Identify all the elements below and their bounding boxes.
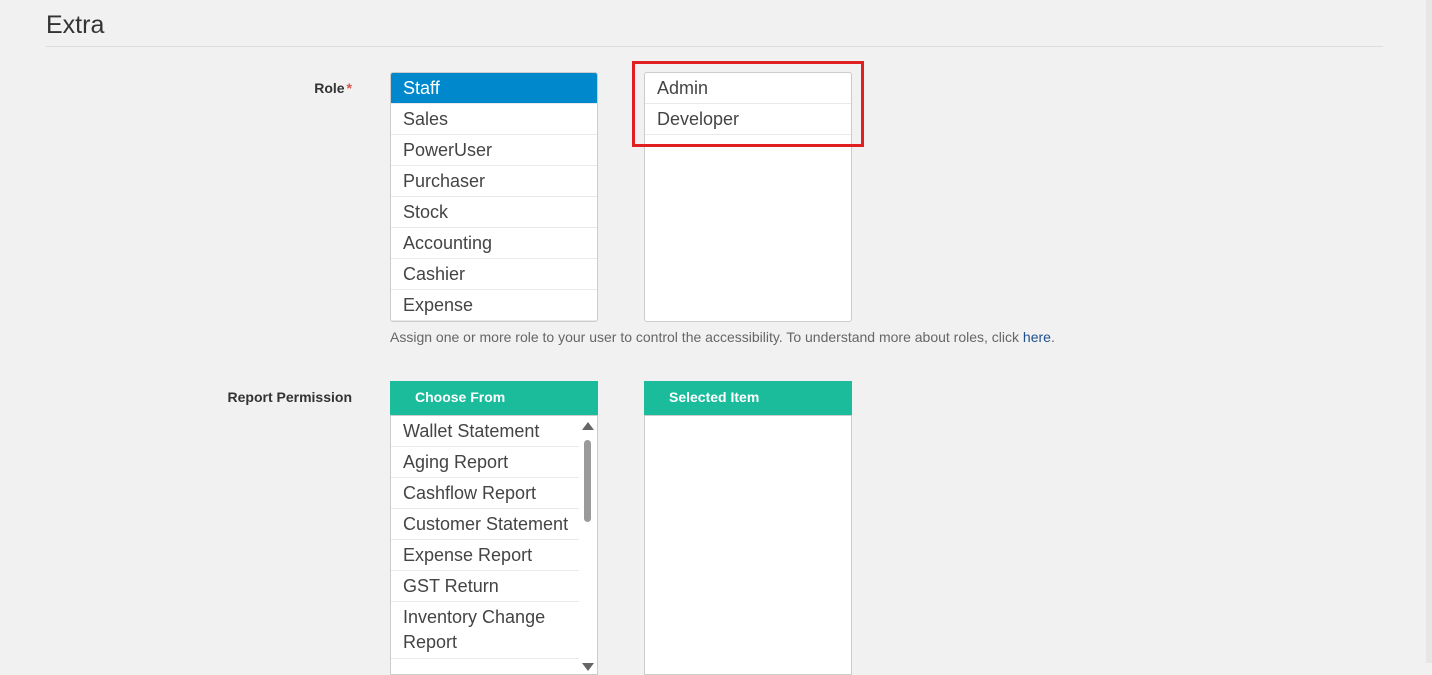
report-option[interactable]: Cashflow Report	[391, 478, 579, 509]
report-option[interactable]: Expense Report	[391, 540, 579, 571]
role-option[interactable]: Sales	[391, 104, 597, 135]
report-permission-label: Report Permission	[227, 389, 352, 405]
report-option[interactable]: Inventory Change Report	[391, 602, 579, 659]
report-option[interactable]: GST Return	[391, 571, 579, 602]
role-available-list[interactable]: Staff Sales PowerUser Purchaser Stock Account…	[391, 73, 597, 321]
report-option[interactable]: Wallet Statement	[391, 416, 579, 447]
role-option[interactable]: Stock	[391, 197, 597, 228]
role-option[interactable]: Purchaser	[391, 166, 597, 197]
role-option[interactable]: Staff	[391, 73, 597, 104]
scrollbar-thumb[interactable]	[584, 440, 591, 522]
role-assigned-listbox[interactable]: Admin Developer	[644, 72, 852, 322]
title-divider	[46, 46, 1383, 47]
role-assigned-list[interactable]: Admin Developer	[645, 73, 851, 135]
role-option[interactable]: Accounting	[391, 228, 597, 259]
role-available-listbox[interactable]: Staff Sales PowerUser Purchaser Stock Account…	[390, 72, 598, 322]
choose-from-header: Choose From	[390, 381, 598, 415]
required-mark: *	[346, 80, 352, 96]
scroll-up-arrow-icon[interactable]	[582, 422, 594, 430]
role-help-suffix: .	[1050, 329, 1055, 345]
role-label-text: Role	[314, 80, 345, 96]
selected-item-header: Selected Item	[644, 381, 852, 415]
report-option[interactable]: Customer Statement	[391, 509, 579, 540]
role-label: Role *	[314, 80, 352, 96]
report-list-scrollbar[interactable]	[581, 416, 594, 674]
section-title: Extra	[46, 11, 105, 39]
report-available-listbox[interactable]: Wallet Statement Aging Report Cashflow Rep…	[390, 415, 598, 675]
report-option[interactable]: Aging Report	[391, 447, 579, 478]
page-scrollbar[interactable]	[1426, 0, 1432, 663]
report-selected-listbox[interactable]	[644, 415, 852, 675]
role-option[interactable]: Cashier	[391, 259, 597, 290]
scroll-down-arrow-icon[interactable]	[582, 663, 594, 671]
role-help-text: Assign one or more role to your user to …	[390, 329, 1055, 345]
assigned-role-option[interactable]: Developer	[645, 104, 851, 135]
role-help-message: Assign one or more role to your user to …	[390, 329, 1023, 345]
assigned-role-option[interactable]: Admin	[645, 73, 851, 104]
report-available-list[interactable]: Wallet Statement Aging Report Cashflow Rep…	[391, 416, 579, 659]
role-option[interactable]: Expense	[391, 290, 597, 321]
roles-help-link[interactable]: here	[1023, 329, 1051, 345]
role-option[interactable]: PowerUser	[391, 135, 597, 166]
